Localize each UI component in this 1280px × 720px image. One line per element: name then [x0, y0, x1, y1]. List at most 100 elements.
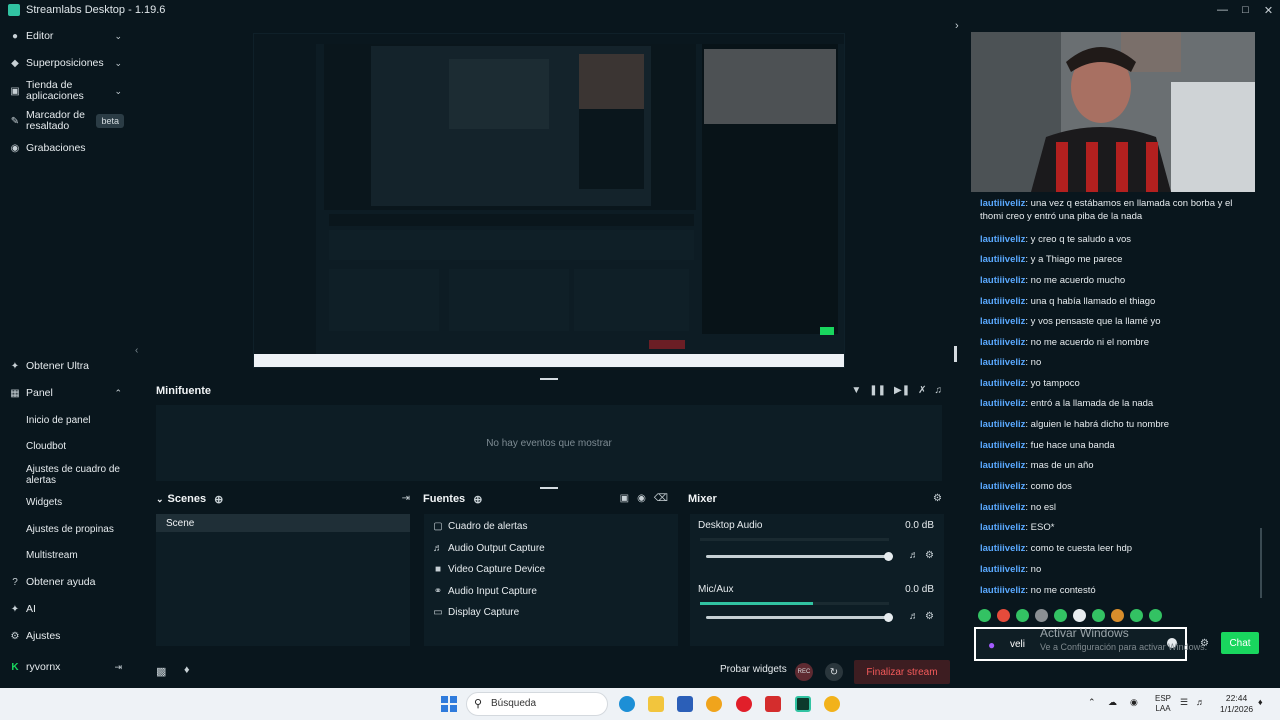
tray-app-icon[interactable]: ◉	[1130, 697, 1138, 708]
chat-username[interactable]: lautiiiveliz	[980, 440, 1025, 451]
chat-scrollbar[interactable]	[1260, 528, 1262, 598]
replay-buffer-icon[interactable]: ↻	[825, 663, 843, 681]
sidebar-item-user[interactable]: K ryvornx ⇥	[0, 660, 132, 674]
expand-chat-icon[interactable]: ›	[955, 20, 959, 32]
app-icon[interactable]	[706, 696, 722, 712]
chat-username[interactable]: lautiiiveliz	[980, 275, 1025, 286]
end-stream-button[interactable]: Finalizar stream	[854, 660, 950, 684]
sidebar-subitem-tip-settings[interactable]: Ajustes de propinas	[26, 524, 126, 535]
sidebar-item-ai[interactable]: ✦ AI	[0, 602, 132, 616]
emote-icon[interactable]	[1092, 609, 1105, 622]
source-item[interactable]: ■ Video Capture Device	[424, 559, 678, 581]
chat-username[interactable]: lautiiiveliz	[980, 502, 1025, 513]
chat-username[interactable]: lautiiiveliz	[980, 357, 1025, 368]
onedrive-icon[interactable]: ☁	[1108, 697, 1117, 708]
sidebar-item-recordings[interactable]: ◉ Grabaciones	[0, 141, 132, 155]
slider-knob[interactable]	[884, 552, 893, 561]
input-language-region[interactable]: LAA	[1155, 704, 1170, 713]
scene-item[interactable]: Scene	[156, 514, 410, 532]
chat-username[interactable]: lautiiiveliz	[980, 254, 1025, 265]
chat-settings-icon[interactable]: ⚙	[1200, 638, 1209, 649]
chat-username[interactable]: lautiiiveliz	[980, 585, 1025, 596]
chat-username[interactable]: lautiiiveliz	[980, 198, 1025, 209]
emote-icon[interactable]	[997, 609, 1010, 622]
sidebar-subitem-alert-box-settings[interactable]: Ajustes de cuadro de alertas	[26, 464, 126, 486]
emote-icon[interactable]	[1035, 609, 1048, 622]
chevron-down-icon[interactable]: ⌄	[156, 494, 164, 505]
delete-icon[interactable]: ⌫	[654, 493, 668, 504]
folder-icon[interactable]: ▣	[620, 493, 629, 504]
tray-chevron-up-icon[interactable]: ⌃	[1088, 697, 1096, 708]
logout-icon[interactable]: ⇥	[114, 662, 122, 673]
add-source-icon[interactable]: ⊕	[473, 493, 482, 506]
volume-slider[interactable]	[706, 552, 893, 561]
stats-icon[interactable]: ▩	[156, 665, 166, 678]
scene-transition-icon[interactable]: ⇥	[402, 493, 410, 504]
emote-icon[interactable]	[1016, 609, 1029, 622]
collapse-sidebar-icon[interactable]: ‹	[135, 345, 138, 356]
taskbar-search[interactable]: ⚲ Búsqueda	[466, 692, 608, 716]
chat-username[interactable]: lautiiiveliz	[980, 398, 1025, 409]
emote-icon[interactable]	[1054, 609, 1067, 622]
edge-icon[interactable]	[619, 696, 635, 712]
streamlabs-icon[interactable]	[795, 696, 811, 712]
mute-alerts-icon[interactable]: ✗	[918, 385, 926, 396]
chat-username[interactable]: lautiiiveliz	[980, 316, 1025, 327]
resize-handle[interactable]	[954, 346, 957, 362]
chat-username[interactable]: lautiiiveliz	[980, 296, 1025, 307]
chat-username[interactable]: lautiiiveliz	[980, 481, 1025, 492]
notification-bell-icon[interactable]: ♦	[1258, 697, 1263, 707]
speaker-icon[interactable]: ♬	[909, 550, 919, 561]
eye-icon[interactable]: ◉	[637, 493, 646, 504]
emote-icon[interactable]	[1149, 609, 1162, 622]
source-item[interactable]: ▭ Display Capture	[424, 602, 678, 624]
emote-icon[interactable]	[1130, 609, 1143, 622]
pause-icon[interactable]: ❚❚	[869, 385, 886, 396]
emote-icon[interactable]	[978, 609, 991, 622]
drag-handle[interactable]	[540, 487, 558, 489]
source-item[interactable]: ⚭ Audio Input Capture	[424, 581, 678, 603]
gear-icon[interactable]: ⚙	[925, 550, 934, 561]
sidebar-item-editor[interactable]: ● Editor ⌄	[0, 29, 132, 43]
chat-username[interactable]: lautiiiveliz	[980, 337, 1025, 348]
clock[interactable]: 22:44 1/1/2026	[1220, 693, 1253, 715]
chrome-icon[interactable]	[824, 696, 840, 712]
speaker-icon[interactable]: ♬	[909, 611, 919, 622]
sidebar-item-get-ultra[interactable]: ✦ Obtener Ultra	[0, 359, 132, 373]
sidebar-item-highlighter[interactable]: ✎ Marcador de resaltado beta	[0, 108, 132, 134]
maximize-icon[interactable]: □	[1234, 0, 1257, 20]
slider-knob[interactable]	[884, 613, 893, 622]
chat-input-value[interactable]: veli	[1010, 639, 1025, 650]
close-icon[interactable]: ✕	[1257, 0, 1280, 20]
drag-handle[interactable]	[540, 378, 558, 380]
sidebar-item-overlays[interactable]: ◆ Superposiciones ⌄	[0, 56, 132, 70]
gear-icon[interactable]: ⚙	[933, 493, 942, 504]
microphone-icon[interactable]: ●	[988, 638, 995, 652]
chat-send-button[interactable]: Chat	[1221, 632, 1259, 654]
test-widgets-button[interactable]: Probar widgets	[720, 664, 787, 675]
chat-username[interactable]: lautiiiveliz	[980, 378, 1025, 389]
sidebar-subitem-dashboard-home[interactable]: Inicio de panel	[26, 415, 126, 426]
sidebar-item-settings[interactable]: ⚙ Ajustes	[0, 629, 132, 643]
sidebar-item-help[interactable]: ? Obtener ayuda	[0, 575, 132, 589]
minimize-icon[interactable]: —	[1211, 0, 1234, 20]
emote-icon[interactable]	[1073, 609, 1086, 622]
opera-icon[interactable]	[736, 696, 752, 712]
emote-icon[interactable]	[1111, 609, 1124, 622]
chat-username[interactable]: lautiiiveliz	[980, 419, 1025, 430]
wifi-icon[interactable]: ☰	[1180, 697, 1188, 708]
volume-icon[interactable]: ♬	[1196, 697, 1205, 707]
store-icon[interactable]	[677, 696, 693, 712]
volume-slider[interactable]	[706, 613, 893, 622]
wps-icon[interactable]	[765, 696, 781, 712]
skip-icon[interactable]: ▶❚	[894, 385, 910, 396]
filter-icon[interactable]: ▼	[851, 385, 861, 396]
sidebar-subitem-multistream[interactable]: Multistream	[26, 550, 126, 561]
input-language[interactable]: ESP	[1155, 694, 1171, 703]
record-button[interactable]: REC	[795, 663, 813, 681]
chat-username[interactable]: lautiiiveliz	[980, 564, 1025, 575]
stream-preview[interactable]	[253, 33, 845, 368]
sidebar-item-panel[interactable]: ▦ Panel ⌃	[0, 386, 132, 400]
source-item[interactable]: ▢ Cuadro de alertas	[424, 516, 678, 538]
volume-icon[interactable]: ♫	[935, 385, 943, 396]
